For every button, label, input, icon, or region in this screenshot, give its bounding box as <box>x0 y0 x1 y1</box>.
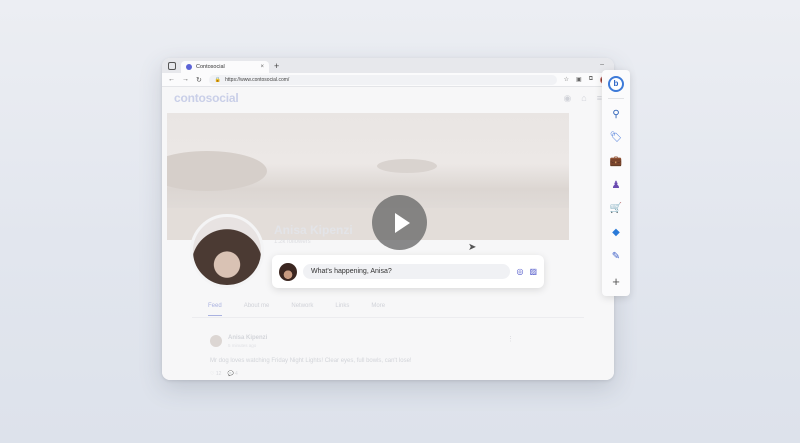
tab-title: Contosocial <box>196 64 225 70</box>
edge-sidebar: b ⚲ 🏷 💼 ♟ 🛒 ◆ ✎ + <box>602 70 630 296</box>
add-sidebar-app-button[interactable]: + <box>606 272 626 291</box>
tab-bar: Contosocial × + – <box>162 58 614 73</box>
shopping-tag-icon[interactable]: 🏷 <box>606 128 626 147</box>
messages-icon[interactable]: ◉ <box>563 93 571 104</box>
tools-briefcase-icon[interactable]: 💼 <box>606 152 626 171</box>
feed-post-reactions: ♡ 12 💬 4 <box>210 371 238 377</box>
tab-feed[interactable]: Feed <box>208 303 222 316</box>
site-logo[interactable]: contosocial <box>174 91 239 105</box>
browser-window: Contosocial × + – ← → ↻ 🔒 https://www.co… <box>162 58 614 380</box>
tab-links[interactable]: Links <box>335 303 349 316</box>
composer-input[interactable]: What's happening, Anisa? <box>303 264 511 279</box>
tab-about[interactable]: About me <box>244 303 270 316</box>
back-button[interactable]: ← <box>168 76 175 83</box>
games-chess-icon[interactable]: ♟ <box>606 176 626 195</box>
post-options-icon[interactable]: ⋮ <box>507 335 514 343</box>
tab-close-icon[interactable]: × <box>260 64 264 70</box>
lock-icon: 🔒 <box>214 76 222 83</box>
feed-post-avatar <box>210 335 222 347</box>
like-count[interactable]: ♡ 12 <box>210 371 221 377</box>
post-composer: What's happening, Anisa? ◎ ▨ <box>272 255 544 288</box>
forward-button[interactable]: → <box>182 76 189 83</box>
home-icon[interactable]: ⌂ <box>581 93 586 104</box>
tab-network[interactable]: Network <box>291 303 313 316</box>
bing-icon: b <box>608 75 624 92</box>
comment-count[interactable]: 💬 4 <box>227 371 237 377</box>
profile-followers: 1.2k followers <box>274 239 311 245</box>
drop-edit-icon[interactable]: ✎ <box>606 247 626 266</box>
url-text: https://www.contosocial.com/ <box>225 76 290 83</box>
address-bar-row: ← → ↻ 🔒 https://www.contosocial.com/ ☆ ▣… <box>162 73 614 87</box>
favorites-icon[interactable]: ☆ <box>564 76 569 83</box>
collections-icon[interactable]: ▣ <box>576 76 582 83</box>
mouse-cursor-icon: ➤ <box>468 242 477 253</box>
tab-more[interactable]: More <box>371 303 385 316</box>
profile-photo <box>190 214 264 288</box>
profile-name: Anisa Kipenzi <box>274 223 353 237</box>
office-icon[interactable]: ◆ <box>606 223 626 242</box>
search-icon[interactable]: ⚲ <box>606 105 626 124</box>
play-icon <box>394 212 410 233</box>
shopping-cart-icon[interactable]: 🛒 <box>606 199 626 218</box>
image-icon[interactable]: ▨ <box>529 267 537 276</box>
broadcast-icon[interactable]: ◎ <box>516 267 523 276</box>
tab-actions-icon[interactable] <box>168 62 176 70</box>
profile-tabs: Feed About me Network Links More <box>208 303 385 316</box>
browser-tab[interactable]: Contosocial × <box>181 61 269 73</box>
new-tab-button[interactable]: + <box>274 61 279 71</box>
extensions-icon[interactable]: ⧉ <box>589 76 593 83</box>
url-field[interactable]: 🔒 https://www.contosocial.com/ <box>208 74 557 85</box>
site-header: contosocial ◉ ⌂ ≡ <box>162 87 614 109</box>
sidebar-separator <box>608 97 624 99</box>
minimize-button[interactable]: – <box>600 61 604 68</box>
bing-chat-button[interactable]: b <box>606 74 626 93</box>
composer-avatar <box>279 262 297 281</box>
feed-post-text: Mr dog loves watching Friday Night Light… <box>210 358 412 364</box>
feed-post-time: 5 minutes ago <box>228 343 257 348</box>
divider <box>192 317 584 318</box>
play-button[interactable] <box>372 195 427 250</box>
feed-post-author[interactable]: Anisa Kipenzi <box>228 335 267 341</box>
favicon-icon <box>186 64 192 70</box>
site-header-icons: ◉ ⌂ ≡ <box>563 93 602 104</box>
reload-button[interactable]: ↻ <box>196 76 202 84</box>
